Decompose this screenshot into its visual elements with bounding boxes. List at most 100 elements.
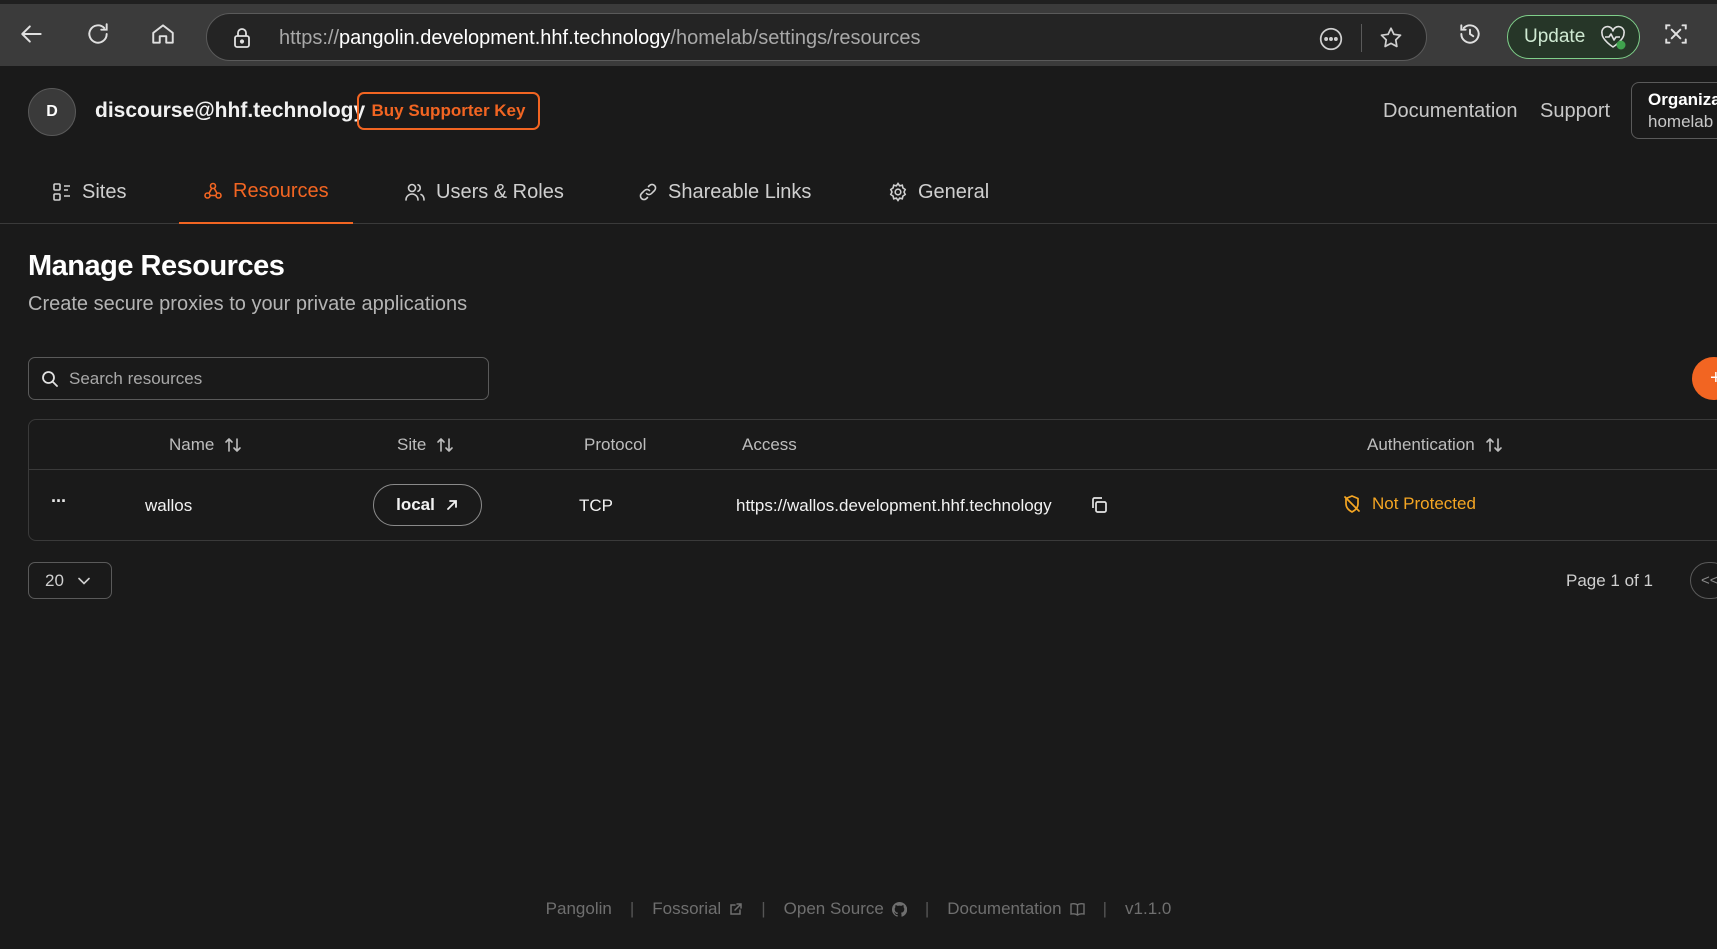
url-text[interactable]: https://pangolin.development.hhf.technol…	[279, 27, 921, 50]
shield-off-icon	[1342, 494, 1362, 514]
footer-documentation-link[interactable]: Documentation	[947, 899, 1085, 919]
tab-general-label: General	[918, 180, 990, 203]
organization-name: homelab	[1648, 112, 1714, 131]
footer-pangolin: Pangolin	[546, 899, 612, 919]
tab-general[interactable]: General	[864, 160, 1013, 224]
favorite-star-icon[interactable]	[1378, 25, 1404, 51]
url-path: /homelab/settings/resources	[670, 27, 921, 49]
footer-fossorial-label: Fossorial	[652, 899, 722, 918]
link-icon	[638, 182, 658, 202]
organization-label: Organiza	[1648, 90, 1717, 109]
lock-icon[interactable]	[231, 26, 253, 50]
tab-users-roles[interactable]: Users & Roles	[380, 160, 588, 224]
column-access-label: Access	[742, 435, 797, 454]
urlbar-divider	[1361, 24, 1362, 52]
url-host: pangolin.development.hhf.technology	[339, 27, 671, 49]
tab-shareable-links-label: Shareable Links	[668, 180, 812, 203]
update-label: Update	[1524, 26, 1586, 47]
home-icon[interactable]	[145, 16, 181, 52]
site-link-button[interactable]: local	[373, 484, 482, 526]
history-icon[interactable]	[1452, 16, 1488, 52]
sort-icon	[1485, 436, 1503, 454]
footer-version-label: v1.1.0	[1125, 899, 1172, 918]
sites-icon	[52, 182, 72, 202]
footer-divider: |	[629, 899, 635, 918]
gear-icon	[888, 182, 908, 202]
sort-icon	[436, 436, 454, 454]
browser-toolbar: https://pangolin.development.hhf.technol…	[0, 0, 1717, 66]
copy-icon[interactable]	[1089, 495, 1109, 515]
screenshot-tool-icon[interactable]	[1658, 16, 1694, 52]
tab-sites[interactable]: Sites	[28, 160, 150, 224]
github-icon	[891, 901, 907, 917]
user-email: discourse@hhf.technology	[95, 99, 366, 122]
more-options-icon[interactable]	[1318, 26, 1344, 52]
organization-switcher[interactable]: Organiza homelab	[1631, 82, 1717, 139]
column-protocol-header: Protocol	[584, 435, 646, 455]
resource-protocol: TCP	[579, 496, 613, 515]
search-icon	[41, 370, 59, 388]
health-heart-icon	[1599, 25, 1627, 51]
page-size-value: 20	[45, 570, 64, 590]
table-row: ··· wallos local TCP https://wallos.deve…	[29, 470, 1717, 541]
column-site-header[interactable]: Site	[397, 435, 454, 455]
site-label: local	[396, 495, 435, 514]
page-size-select[interactable]: 20	[28, 562, 112, 599]
column-authentication-header[interactable]: Authentication	[1367, 435, 1503, 455]
search-box	[28, 357, 489, 400]
footer-open-source-link[interactable]: Open Source	[784, 899, 907, 919]
add-resource-button[interactable]: +	[1692, 357, 1717, 400]
first-page-button[interactable]: <<	[1690, 562, 1717, 599]
external-link-icon	[729, 902, 743, 916]
footer-fossorial-link[interactable]: Fossorial	[652, 899, 743, 919]
authentication-label: Not Protected	[1372, 494, 1476, 513]
avatar[interactable]: D	[28, 88, 76, 136]
footer-divider: |	[924, 899, 930, 918]
footer-divider: |	[1102, 899, 1108, 918]
sort-icon	[224, 436, 242, 454]
footer-pangolin-label: Pangolin	[545, 899, 612, 918]
tab-resources[interactable]: Resources	[179, 160, 353, 224]
footer: Pangolin | Fossorial | Open Source | Doc…	[0, 899, 1717, 919]
footer-documentation-label: Documentation	[947, 899, 1062, 918]
column-name-header[interactable]: Name	[169, 435, 242, 455]
buy-supporter-key-button[interactable]: Buy Supporter Key	[357, 92, 540, 130]
first-page-label: <<	[1701, 572, 1717, 589]
refresh-icon[interactable]	[80, 16, 116, 52]
tab-shareable-links[interactable]: Shareable Links	[614, 160, 835, 224]
back-arrow-icon[interactable]	[14, 16, 50, 52]
add-resource-label: +	[1710, 367, 1717, 389]
column-name-label: Name	[169, 435, 215, 454]
resources-icon	[203, 181, 223, 201]
tab-resources-label: Resources	[233, 179, 329, 202]
table-header: Name Site Protocol Access Authentication	[29, 420, 1717, 470]
resource-name: wallos	[145, 496, 193, 515]
address-bar[interactable]: https://pangolin.development.hhf.technol…	[206, 13, 1427, 61]
resource-access-url[interactable]: https://wallos.development.hhf.technolog…	[736, 496, 1052, 516]
column-authentication-label: Authentication	[1367, 435, 1475, 454]
row-actions-button[interactable]: ···	[51, 491, 71, 511]
column-site-label: Site	[397, 435, 427, 454]
search-input[interactable]	[69, 358, 479, 399]
footer-divider: |	[761, 899, 766, 918]
avatar-initial: D	[46, 103, 58, 120]
authentication-status: Not Protected	[1342, 494, 1476, 514]
settings-tabs: Sites Resources Users & Roles Shareable …	[0, 160, 1717, 224]
footer-version: v1.1.0	[1125, 899, 1171, 919]
external-arrow-icon	[445, 498, 459, 512]
column-protocol-label: Protocol	[584, 435, 647, 454]
tab-users-roles-label: Users & Roles	[436, 180, 564, 203]
url-scheme: https://	[279, 27, 340, 49]
browser-update-button[interactable]: Update	[1507, 15, 1640, 59]
book-icon	[1069, 902, 1085, 916]
page-info: Page 1 of 1	[1566, 571, 1653, 590]
users-icon	[404, 182, 426, 202]
chevron-down-icon	[78, 577, 90, 585]
page-subtitle: Create secure proxies to your private ap…	[28, 293, 468, 315]
documentation-link[interactable]: Documentation	[1383, 100, 1518, 123]
footer-open-source-label: Open Source	[783, 899, 884, 918]
resources-table: Name Site Protocol Access Authentication…	[28, 419, 1717, 541]
support-link[interactable]: Support	[1540, 100, 1610, 123]
column-access-header: Access	[742, 435, 797, 455]
page-title: Manage Resources	[28, 250, 285, 282]
